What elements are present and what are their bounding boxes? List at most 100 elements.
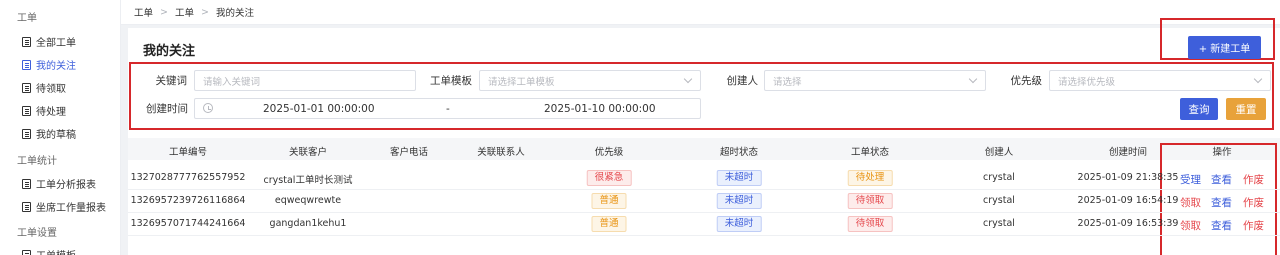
sidebar-group-statistics: 工单统计 [17, 156, 57, 167]
sidebar-item-workload-report[interactable]: 坐席工作量报表 [22, 199, 106, 214]
clock-icon [203, 103, 213, 113]
table-header: 工单编号 关联客户 客户电话 关联联系人 优先级 超时状态 工单状态 创建人 创… [128, 138, 1280, 160]
document-icon [22, 201, 31, 212]
column-header: 工单编号 [168, 147, 208, 158]
document-icon [22, 249, 31, 255]
date-separator: - [446, 103, 450, 115]
priority-badge: 很紧急 [586, 170, 632, 186]
table-row: 1326957239726116864 eqweqwrewte 普通 未超时 待… [128, 190, 1280, 213]
sidebar-item-label: 工单分析报表 [36, 180, 96, 191]
created-time: 2025-01-09 16:53:39 [1077, 218, 1179, 229]
chevron-down-icon [683, 74, 693, 84]
void-link[interactable]: 作废 [1243, 195, 1264, 210]
date-range-picker[interactable]: 2025-01-01 00:00:00 - 2025-01-10 00:00:0… [194, 98, 701, 119]
timeout-badge: 未超时 [716, 170, 762, 186]
priority-select[interactable]: 请选择优先级 [1049, 70, 1271, 91]
sidebar-item-to-process[interactable]: 待处理 [22, 103, 66, 118]
creator: crystal [983, 172, 1015, 183]
template-label: 工单模板 [430, 75, 472, 87]
creator-select[interactable]: 请选择 [764, 70, 986, 91]
column-header: 创建时间 [1108, 147, 1148, 158]
created-time: 2025-01-09 21:38:35 [1077, 172, 1179, 183]
breadcrumb-item[interactable]: 工单 [175, 5, 194, 19]
timeout-badge: 未超时 [716, 216, 762, 232]
table-row: 1327028777762557952 crystal工单时长测试 很紧急 未超… [128, 167, 1280, 190]
claim-link[interactable]: 领取 [1180, 218, 1201, 233]
breadcrumb-separator-icon: > [201, 6, 209, 18]
chevron-down-icon [1253, 74, 1263, 84]
priority-label: 优先级 [1010, 75, 1043, 87]
sidebar-item-label: 坐席工作量报表 [36, 203, 106, 214]
breadcrumb: 工单 > 工单 > 我的关注 [121, 0, 1280, 25]
void-link[interactable]: 作废 [1243, 218, 1264, 233]
order-id: 1326957071744241664 [130, 218, 246, 229]
creator: crystal [983, 218, 1015, 229]
sidebar-item-label: 待领取 [36, 84, 66, 95]
claim-link[interactable]: 领取 [1180, 195, 1201, 210]
sidebar-item-my-follow[interactable]: 我的关注 [22, 57, 76, 72]
sidebar-item-to-claim[interactable]: 待领取 [22, 80, 66, 95]
column-header: 关联客户 [288, 147, 328, 158]
table-row: 1326957071744241664 gangdan1kehu1 普通 未超时… [128, 213, 1280, 236]
creator: crystal [983, 195, 1015, 206]
chevron-down-icon [968, 74, 978, 84]
priority-badge: 普通 [591, 193, 627, 209]
date-end: 2025-01-10 00:00:00 [544, 103, 656, 115]
sidebar-item-all-orders[interactable]: 全部工单 [22, 34, 76, 49]
created-time: 2025-01-09 16:54:19 [1077, 195, 1179, 206]
sidebar-group-settings: 工单设置 [17, 228, 57, 239]
order-id: 1327028777762557952 [130, 172, 246, 183]
reset-button[interactable]: 重置 [1226, 98, 1266, 120]
sidebar-item-my-drafts[interactable]: 我的草稿 [22, 126, 76, 141]
query-button[interactable]: 查询 [1180, 98, 1218, 120]
column-header: 创建人 [984, 147, 1014, 158]
sidebar-item-label: 工单模板 [36, 247, 76, 255]
keyword-placeholder: 请输入关键词 [203, 76, 261, 88]
creator-label: 创建人 [726, 75, 759, 87]
priority-placeholder: 请选择优先级 [1058, 76, 1116, 88]
column-header: 超时状态 [719, 147, 759, 158]
date-start: 2025-01-01 00:00:00 [263, 103, 375, 115]
breadcrumb-separator-icon: > [160, 6, 168, 18]
customer: eqweqwrewte [274, 195, 342, 206]
template-placeholder: 请选择工单模板 [488, 76, 555, 88]
keyword-input[interactable]: 请输入关键词 [194, 70, 416, 91]
priority-badge: 普通 [591, 216, 627, 232]
template-select[interactable]: 请选择工单模板 [479, 70, 701, 91]
created-time-label: 创建时间 [146, 103, 188, 115]
view-link[interactable]: 查看 [1211, 172, 1232, 187]
breadcrumb-item-current: 我的关注 [215, 8, 254, 19]
column-header: 客户电话 [389, 147, 429, 158]
keyword-label: 关键词 [155, 75, 188, 87]
document-icon [22, 82, 31, 93]
sidebar-item-template[interactable]: 工单模板 [22, 247, 76, 255]
document-icon [22, 178, 31, 189]
sidebar: 工单 全部工单 我的关注 待领取 待处理 我的草稿 工单统计 工单分析报表 坐席… [0, 0, 121, 255]
sidebar-item-label: 全部工单 [36, 38, 76, 49]
sidebar-group-workorder: 工单 [17, 13, 37, 24]
page-title: 我的关注 [143, 44, 196, 59]
document-icon [22, 105, 31, 116]
main-panel: 我的关注 + 新建工单 关键词 请输入关键词 工单模板 请选择工单模板 创建人 … [128, 18, 1280, 255]
customer: crystal工单时长测试 [263, 175, 353, 186]
document-icon [22, 128, 31, 139]
new-order-button[interactable]: + 新建工单 [1188, 36, 1261, 59]
creator-placeholder: 请选择 [773, 76, 802, 88]
column-header: 关联联系人 [477, 147, 525, 158]
view-link[interactable]: 查看 [1211, 195, 1232, 210]
sidebar-item-label: 我的草稿 [36, 130, 76, 141]
status-badge: 待领取 [847, 216, 893, 232]
void-link[interactable]: 作废 [1243, 172, 1264, 187]
view-link[interactable]: 查看 [1211, 218, 1232, 233]
sidebar-item-label: 我的关注 [36, 61, 76, 72]
timeout-badge: 未超时 [716, 193, 762, 209]
customer: gangdan1kehu1 [269, 218, 347, 229]
status-badge: 待处理 [847, 170, 893, 186]
accept-link[interactable]: 受理 [1180, 172, 1201, 187]
document-icon [22, 36, 31, 47]
sidebar-item-analysis-report[interactable]: 工单分析报表 [22, 176, 96, 191]
document-icon [22, 59, 31, 70]
column-header: 工单状态 [850, 147, 890, 158]
breadcrumb-item[interactable]: 工单 [134, 5, 153, 19]
sidebar-item-label: 待处理 [36, 107, 66, 118]
